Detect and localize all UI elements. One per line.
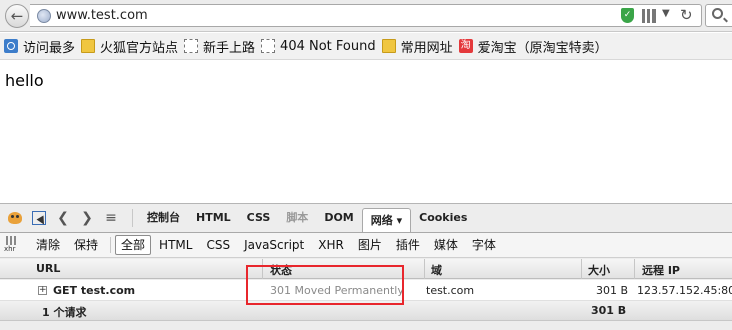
folder-icon: [381, 39, 396, 53]
firebug-menu-button[interactable]: [4, 208, 26, 228]
tab-script[interactable]: 脚本: [278, 207, 316, 229]
bookmark-404[interactable]: 404 Not Found: [261, 39, 376, 54]
back-arrow-icon: ←: [10, 6, 24, 25]
bookmark-label: 新手上路: [203, 40, 256, 56]
bookmark-label: 火狐官方站点: [100, 40, 179, 56]
column-size[interactable]: 大小: [588, 262, 610, 278]
forward-button[interactable]: ❯: [76, 208, 98, 228]
back-button[interactable]: ←: [5, 4, 29, 28]
bookmark-label: 常用网址: [400, 40, 453, 56]
bookmark-taobao[interactable]: 淘 爱淘宝（原淘宝特卖）: [458, 37, 608, 56]
highlight-box: [246, 265, 404, 305]
devtools-toolbar: ❮ ❯ ≡ 控制台 HTML CSS 脚本 DOM 网络 ▾ Cookies: [0, 204, 732, 232]
shield-icon[interactable]: ✓: [621, 8, 634, 23]
search-icon: [712, 8, 723, 19]
toolbar-divider: [132, 209, 133, 227]
persist-button[interactable]: 保持: [68, 235, 104, 255]
taobao-icon: 淘: [458, 39, 473, 53]
expand-icon[interactable]: +: [38, 286, 47, 295]
chevron-right-icon: ❯: [81, 210, 93, 226]
filter-images[interactable]: 图片: [352, 235, 388, 255]
navigation-bar: ← www.test.com ✓ ▼ ↻: [0, 0, 732, 32]
request-remote-ip: 123.57.152.45:80: [637, 284, 732, 297]
filter-all[interactable]: 全部: [115, 235, 152, 255]
bookmark-label: 404 Not Found: [280, 38, 376, 54]
filter-html[interactable]: HTML: [153, 235, 198, 255]
tab-net[interactable]: 网络 ▾: [361, 207, 412, 232]
request-size: 301 B: [596, 284, 629, 297]
command-line-icon: ≡: [105, 210, 117, 226]
url-text[interactable]: www.test.com: [56, 8, 148, 23]
column-remote-ip[interactable]: 远程 IP: [642, 262, 680, 278]
net-filter-bar: xhr 清除 保持 全部 HTML CSS JavaScript XHR 图片 …: [0, 232, 732, 258]
filter-plugins[interactable]: 插件: [390, 235, 426, 255]
bookmark-label: 访问最多: [23, 40, 76, 56]
request-count: 1 个请求: [42, 306, 87, 319]
bookmarks-toolbar: 访问最多 火狐官方站点 新手上路 404 Not Found 常用网址 淘 爱淘…: [0, 33, 732, 60]
column-divider: [424, 259, 425, 279]
tab-css[interactable]: CSS: [239, 207, 279, 229]
bookmark-getting-started[interactable]: 新手上路: [184, 37, 255, 56]
back-button[interactable]: ❮: [52, 208, 74, 228]
page-icon: [261, 39, 276, 53]
chevron-down-icon[interactable]: ▾: [397, 214, 403, 227]
url-bar[interactable]: www.test.com ✓ ▼ ↻: [30, 4, 702, 27]
tab-dom[interactable]: DOM: [316, 207, 361, 229]
bookmark-common-sites[interactable]: 常用网址: [381, 37, 453, 56]
request-domain: test.com: [426, 284, 475, 297]
request-url[interactable]: GET test.com: [53, 284, 135, 297]
folder-icon: [81, 39, 96, 53]
filter-fonts[interactable]: 字体: [466, 235, 502, 255]
filter-divider: [110, 237, 112, 253]
qr-code-icon[interactable]: [642, 9, 656, 23]
bookmark-firefox-official[interactable]: 火狐官方站点: [81, 37, 178, 56]
filter-xhr[interactable]: XHR: [312, 235, 350, 255]
column-url[interactable]: URL: [36, 262, 60, 275]
inspect-icon: [32, 211, 46, 225]
page-icon: [184, 39, 199, 53]
page-content: hello: [0, 61, 732, 203]
globe-icon: [37, 9, 51, 23]
clear-button[interactable]: 清除: [30, 235, 66, 255]
tab-cookies[interactable]: Cookies: [411, 207, 475, 229]
column-divider: [634, 259, 635, 279]
tab-label: 网络: [370, 213, 393, 227]
firebug-icon: [8, 212, 22, 224]
xhr-icon[interactable]: xhr: [4, 236, 20, 254]
filter-javascript[interactable]: JavaScript: [238, 235, 310, 255]
filter-media[interactable]: 媒体: [428, 235, 464, 255]
command-line-button[interactable]: ≡: [100, 208, 122, 228]
bookmark-most-visited[interactable]: 访问最多: [4, 37, 75, 56]
search-box[interactable]: [705, 4, 732, 27]
column-divider: [581, 259, 582, 279]
column-domain[interactable]: 域: [431, 262, 442, 278]
tab-html[interactable]: HTML: [188, 207, 239, 229]
total-size: 301 B: [591, 304, 627, 317]
chevron-down-icon[interactable]: ▼: [662, 8, 670, 19]
most-visited-icon: [4, 39, 18, 53]
tab-console[interactable]: 控制台: [139, 207, 188, 229]
reload-icon[interactable]: ↻: [680, 6, 693, 24]
inspect-button[interactable]: [28, 208, 50, 228]
xhr-icon-label: xhr: [4, 245, 16, 253]
chevron-left-icon: ❮: [57, 210, 69, 226]
page-text: hello: [5, 71, 44, 90]
filter-css[interactable]: CSS: [200, 235, 236, 255]
bookmark-label: 爱淘宝（原淘宝特卖）: [477, 40, 608, 56]
